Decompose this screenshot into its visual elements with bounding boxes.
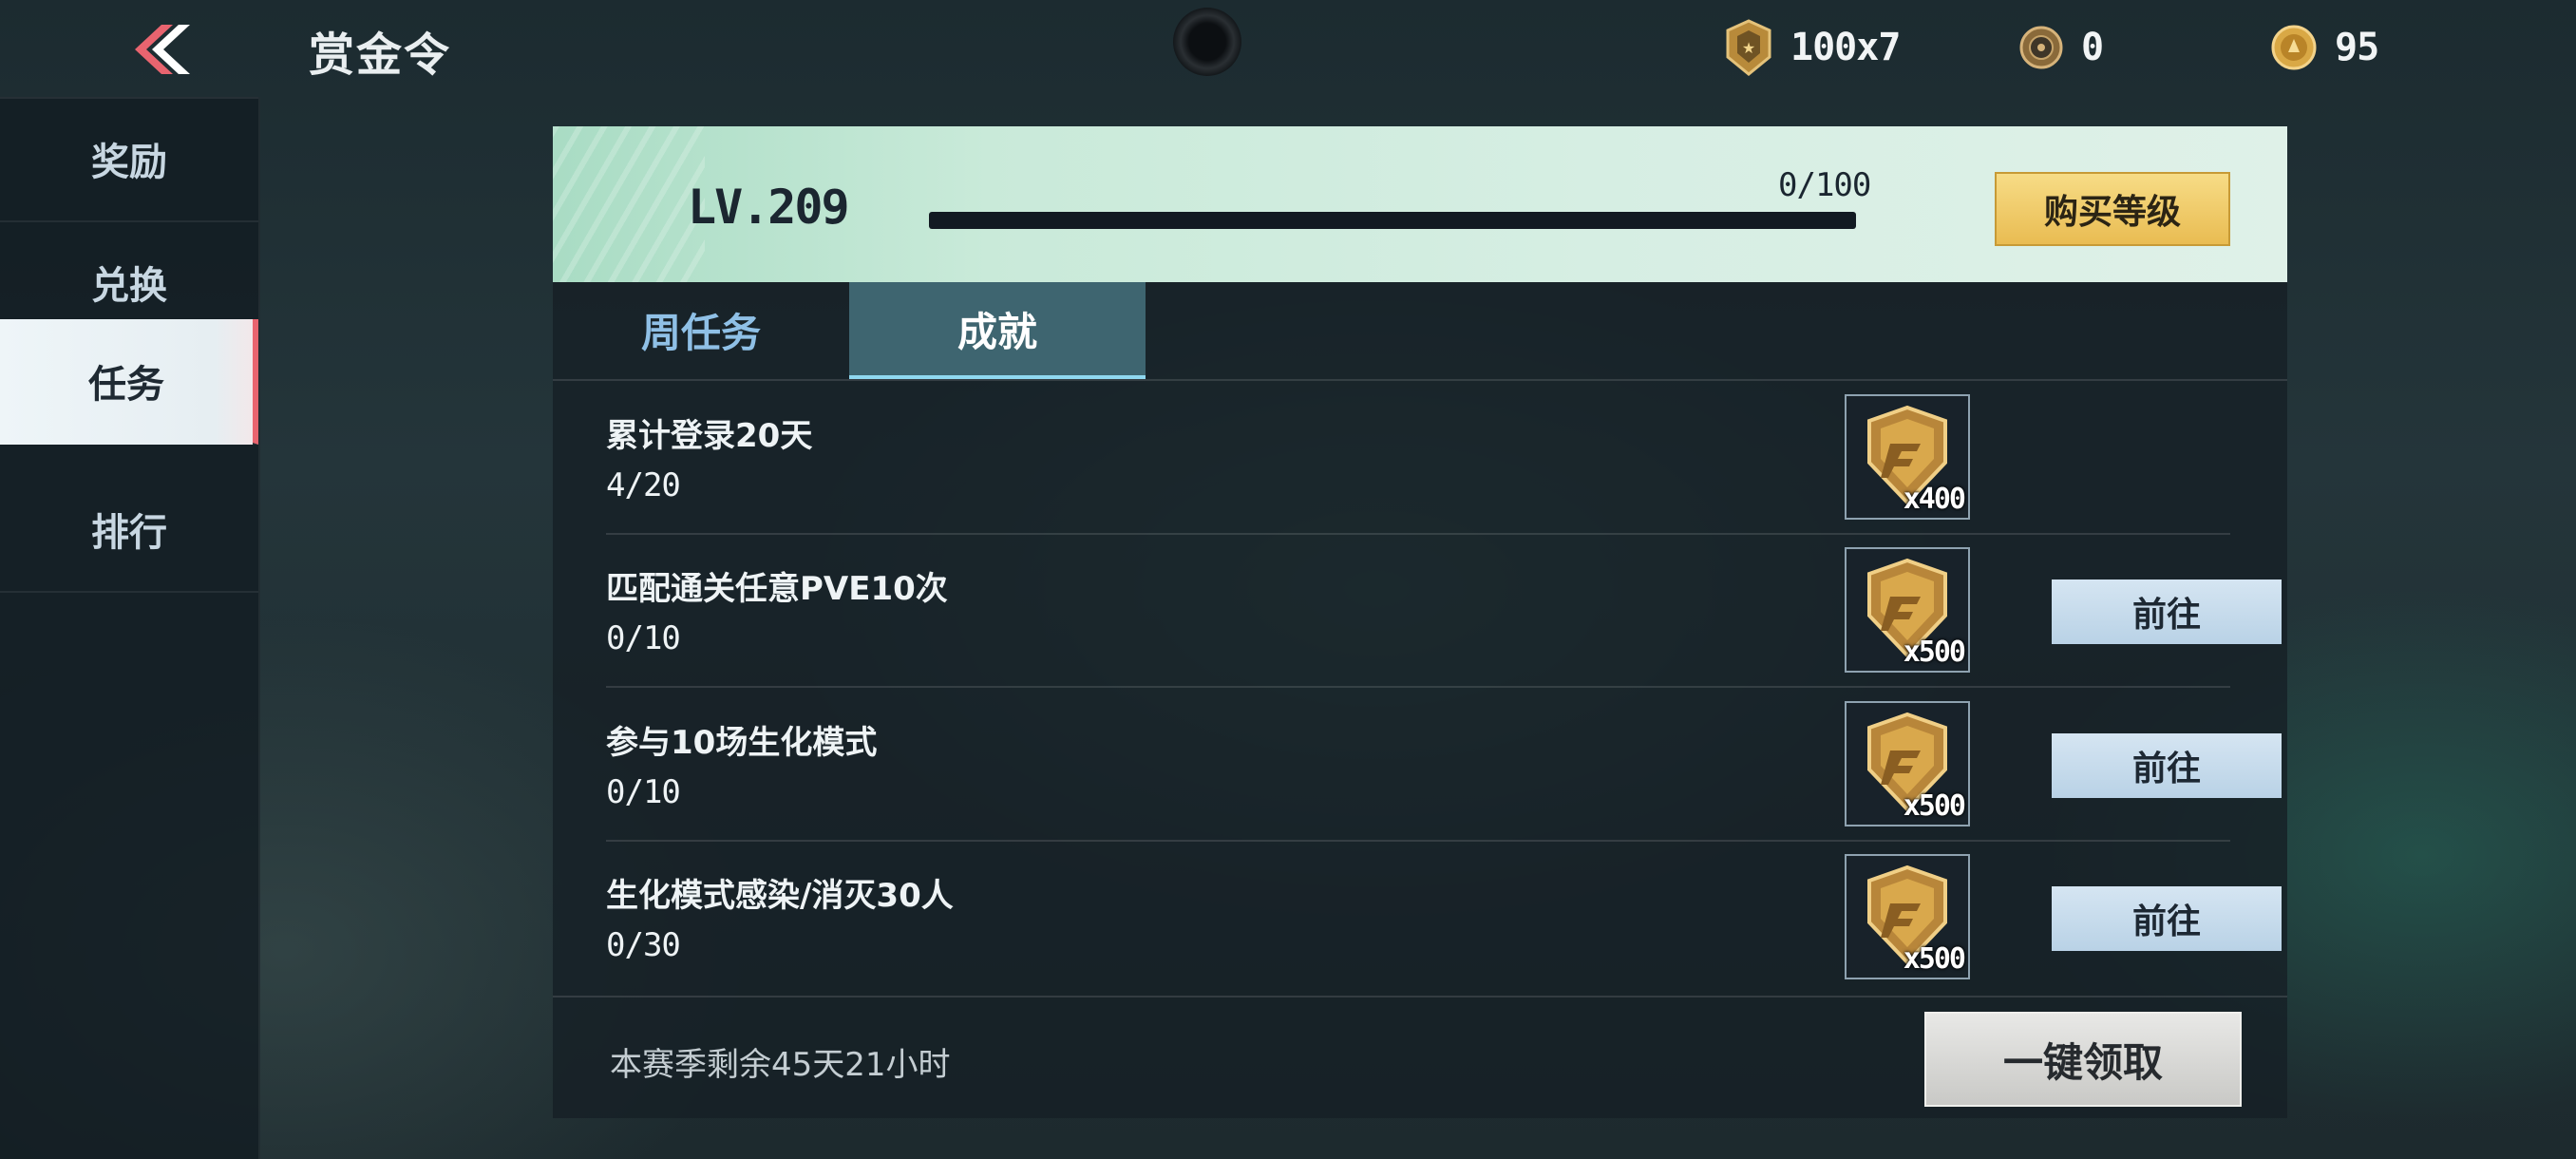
tab-weekly-tasks[interactable]: 周任务 [553,282,849,377]
page-title: 赏金令 [309,28,452,82]
currency-gold-value: 95 [2335,26,2379,69]
go-button[interactable]: 前往 [2052,886,2282,951]
footer-divider [553,996,2287,998]
task-title: 参与10场生化模式 [606,724,878,762]
reward-quantity: x500 [1903,789,1966,823]
tab-achievements[interactable]: 成就 [849,282,1146,379]
medal-coin-icon: ★ [1726,19,1771,76]
task-row: 累计登录20天 4/20 x400 [606,381,2230,535]
currency-gold[interactable]: 95 [2270,21,2379,74]
season-remaining-text: 本赛季剩余45天21小时 [610,1046,951,1084]
go-button[interactable]: 前往 [2052,580,2282,644]
sidebar-item-tasks[interactable]: 任务 [0,319,258,445]
top-bar: 赏金令 ★ 100x7 0 95 [0,0,2576,95]
reward-item[interactable]: x500 [1845,547,1970,673]
back-button[interactable] [123,21,190,78]
task-title: 生化模式感染/消灭30人 [606,877,954,915]
currency-bronze[interactable]: 0 [2018,21,2104,74]
level-label: LV.209 [688,180,850,235]
level-strip: LV.209 0/100 购买等级 [553,126,2287,282]
level-strip-texture [553,126,705,282]
task-row: 生化模式感染/消灭30人 0/30 x500 前往 [606,841,2282,993]
reward-item[interactable]: x500 [1845,701,1970,826]
task-progress: 0/10 [606,773,681,811]
svg-text:★: ★ [1742,39,1755,57]
reward-quantity: x400 [1903,483,1966,516]
task-progress: 0/30 [606,926,681,964]
task-row: 参与10场生化模式 0/10 x500 前往 [606,688,2282,842]
reward-item[interactable]: x500 [1845,854,1970,979]
go-button[interactable]: 前往 [2052,733,2282,798]
task-progress: 4/20 [606,466,681,504]
xp-progress-text: 0/100 [1778,166,1871,204]
task-title: 累计登录20天 [606,417,813,455]
gold-coin-icon [2271,25,2317,70]
reward-item[interactable]: x400 [1845,394,1970,520]
xp-progress-bar [929,212,1856,229]
reward-quantity: x500 [1903,942,1966,976]
sidebar-item-rewards[interactable]: 奖励 [0,97,258,222]
bronze-coin-icon [2019,26,2063,69]
task-row: 匹配通关任意PVE10次 0/10 x500 前往 [606,534,2282,688]
double-chevron-left-icon [135,25,190,74]
currency-medal[interactable]: ★ 100x7 [1724,19,1901,76]
buy-level-button[interactable]: 购买等级 [1995,172,2230,246]
task-panel: LV.209 0/100 购买等级 周任务 成就 累计登录20天 4/20 x4… [553,126,2287,1118]
sidebar-item-ranking[interactable]: 排行 [0,467,258,593]
task-title: 匹配通关任意PVE10次 [606,570,948,608]
task-tabs: 周任务 成就 [553,282,2287,381]
currency-bronze-value: 0 [2081,26,2104,69]
reward-quantity: x500 [1903,636,1966,669]
task-progress: 0/10 [606,619,681,657]
sidebar: 奖励 兑换 任务 排行 [0,97,260,1159]
camera-cutout [1173,8,1241,76]
currency-medal-value: 100x7 [1790,26,1901,69]
claim-all-button[interactable]: 一键领取 [1924,1012,2242,1107]
